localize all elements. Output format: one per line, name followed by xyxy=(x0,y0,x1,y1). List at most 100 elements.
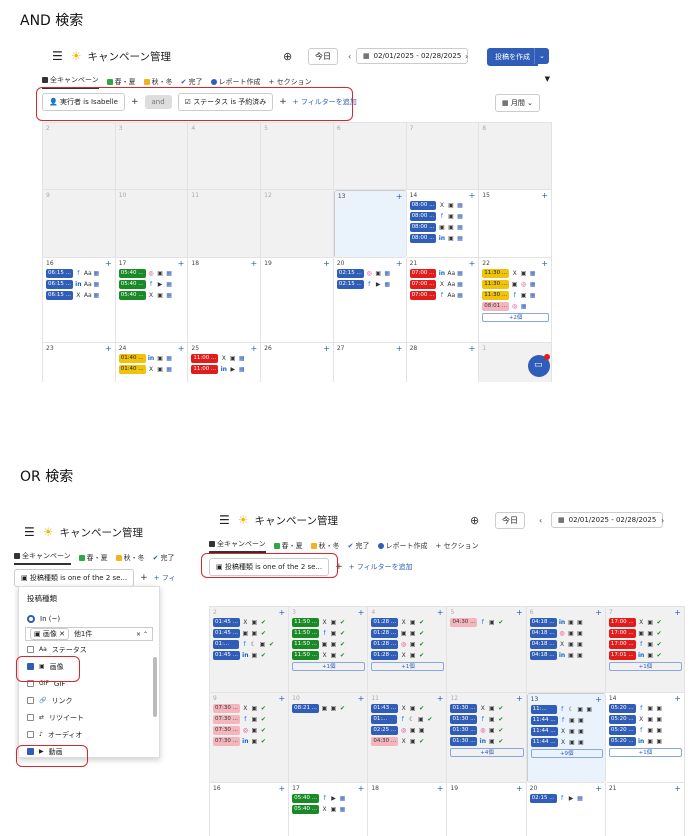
post-time[interactable]: 11:50 ... xyxy=(292,629,319,638)
tab-report[interactable]: レポート作成 xyxy=(210,77,261,87)
tab-add-section[interactable]: + セクション xyxy=(269,77,312,87)
post-item[interactable]: 01:30 ... f ▣ ✔ xyxy=(450,715,523,724)
post-time[interactable]: 08:00 ... xyxy=(409,212,437,221)
post-time[interactable]: 01:45 ... xyxy=(213,651,240,660)
calendar-day-cell[interactable]: 5 xyxy=(261,123,334,190)
post-item[interactable]: 08:00 ... X ▣ ▦ xyxy=(409,201,477,210)
post-item[interactable]: 01:40 ... X ▣ ▦ xyxy=(118,365,186,374)
post-time[interactable]: 04:18 ... xyxy=(529,651,557,660)
add-plus-icon[interactable]: + xyxy=(140,573,148,583)
tab-done[interactable]: ✔ 完了 xyxy=(348,541,370,551)
calendar-day-cell[interactable]: 20 +02:15 ... ◎ ▣ ▦ 02:15 ... f ▶ ▦ xyxy=(333,258,407,343)
add-post-icon[interactable]: + xyxy=(437,694,444,703)
add-filter-link[interactable]: + フィ xyxy=(154,573,176,583)
add-post-icon[interactable]: + xyxy=(250,344,257,353)
add-post-icon[interactable]: + xyxy=(674,694,681,703)
post-time[interactable]: 01:28 ... xyxy=(371,651,399,660)
post-time[interactable]: 11:00 ... xyxy=(191,365,219,374)
globe-icon[interactable]: ⊕ xyxy=(283,50,292,63)
add-post-icon[interactable]: + xyxy=(358,608,365,617)
post-item[interactable]: 07:00 ... in Aa ▦ xyxy=(409,269,477,278)
post-item[interactable]: 07:30 ... ◎ ▣ ✔ xyxy=(213,726,286,735)
post-time[interactable]: 17:01 ... xyxy=(608,651,636,660)
post-time[interactable]: 08:00 ... xyxy=(409,234,437,243)
post-time[interactable]: 02:15 ... xyxy=(336,280,364,289)
add-post-icon[interactable]: + xyxy=(674,784,681,793)
post-item[interactable]: 07:30 ... in ▣ ✔ xyxy=(213,737,286,746)
post-item[interactable]: 05:20 ... X ▣ ▣ xyxy=(608,715,682,724)
calendar-day-cell[interactable]: 14 +08:00 ... X ▣ ▦ 08:00 ... f ▣ ▦ 08:00 ... ▣ ▣ ▦ 0… xyxy=(406,190,480,258)
prev-arrow-icon[interactable]: ‹ xyxy=(348,52,351,61)
post-item[interactable]: 07:30 ... f ▣ ✔ xyxy=(213,715,286,724)
operator-row[interactable]: In (~) xyxy=(19,610,159,627)
more-posts-button[interactable]: +2個 xyxy=(482,313,549,322)
post-item[interactable]: 01:28 ... ◎ ▣ ✔ xyxy=(371,640,444,649)
post-time[interactable]: 08:21 ... xyxy=(292,704,319,713)
calendar-day-cell[interactable]: 6 +04:18 ... in ▣ ▣ 04:18 ... ◎ ▣ ▣ 04:18 ... X ▣ ▣ 0… xyxy=(526,607,606,693)
add-post-icon[interactable]: + xyxy=(396,259,403,268)
calendar-day-cell[interactable]: 9 xyxy=(43,190,116,258)
calendar-day-cell[interactable]: 26 + xyxy=(261,343,334,382)
calendar-day-cell[interactable]: 2 xyxy=(43,123,116,190)
add-post-icon[interactable]: + xyxy=(278,608,285,617)
post-time[interactable]: 01:... xyxy=(371,715,398,724)
calendar-day-cell[interactable]: 28 + xyxy=(407,343,480,382)
post-time[interactable]: 07:30 ... xyxy=(213,715,240,724)
add-post-icon[interactable]: + xyxy=(105,344,112,353)
post-item[interactable]: 04:30 ... X ▣ ✔ xyxy=(371,737,444,746)
tab-done[interactable]: ✔ 完了 xyxy=(181,77,203,87)
add-post-icon[interactable]: + xyxy=(516,784,523,793)
tab-add-section[interactable]: + セクション xyxy=(436,541,479,551)
menu-icon[interactable]: ☰ xyxy=(24,525,35,539)
add-post-icon[interactable]: + xyxy=(516,608,523,617)
add-post-icon[interactable]: + xyxy=(516,694,523,703)
add-post-icon[interactable]: + xyxy=(178,344,185,353)
post-item[interactable]: 05:40 ... X ▣ ▦ xyxy=(118,291,186,300)
post-item[interactable]: 07:00 ... X Aa ▦ xyxy=(409,280,477,289)
add-post-icon[interactable]: + xyxy=(595,695,602,704)
post-item[interactable]: 01:40 ... in ▣ ▦ xyxy=(118,354,186,363)
post-time[interactable]: 01:30 ... xyxy=(450,737,478,746)
post-item[interactable]: 01:45 ... ▣ ▣ ✔ xyxy=(213,629,286,638)
calendar-day-cell[interactable]: 18 + xyxy=(188,258,262,343)
post-time[interactable]: 07:00 ... xyxy=(409,280,437,289)
post-item[interactable]: 17:00 ... f ▣ ✔ xyxy=(608,640,682,649)
post-item[interactable]: 11:30 ... X ▣ ▦ xyxy=(482,269,549,278)
add-post-icon[interactable]: + xyxy=(396,192,403,201)
post-item[interactable]: 05:20 ... in ▣ ▣ xyxy=(608,737,682,746)
post-item[interactable]: 11:44 ... X ▣ ▣ xyxy=(530,727,603,736)
post-item[interactable]: 01:30 ... in ▣ ✔ xyxy=(450,737,523,746)
post-time[interactable]: 01:30 ... xyxy=(450,704,478,713)
post-time[interactable]: 01:43 ... xyxy=(371,704,399,713)
post-time[interactable]: 05:20 ... xyxy=(608,726,636,735)
add-post-icon[interactable]: + xyxy=(323,344,330,353)
post-item[interactable]: 01:28 ... ▣ ▣ ✔ xyxy=(371,629,444,638)
more-posts-button[interactable]: +4個 xyxy=(450,748,524,757)
add-post-icon[interactable]: + xyxy=(358,694,365,703)
today-button[interactable]: 今日 xyxy=(495,512,525,529)
calendar-day-cell[interactable]: 19 + xyxy=(261,258,334,343)
post-item[interactable]: 11:50 ... ▣ ▣ ✔ xyxy=(292,640,365,649)
post-time[interactable]: 05:40 ... xyxy=(292,805,319,814)
post-time[interactable]: 05:40 ... xyxy=(118,280,146,289)
post-time[interactable]: 11:50 ... xyxy=(292,618,319,627)
post-time[interactable]: 01:30 ... xyxy=(450,726,478,735)
more-posts-button[interactable]: +1個 xyxy=(371,662,445,671)
globe-icon[interactable]: ⊕ xyxy=(470,514,479,527)
post-item[interactable]: 05:40 ... X ▣ ▦ xyxy=(292,805,365,814)
tab-spring-summer[interactable]: 春・夏 xyxy=(78,553,108,563)
more-posts-button[interactable]: +1個 xyxy=(608,662,682,671)
post-item[interactable]: 11:00 ... in ▶ ▦ xyxy=(191,365,258,374)
calendar-day-cell[interactable]: 13 +11:... f ☾ ▣ ▣ 11:44 ... f ▣ ▣ 11:44 ... X ▣ ▣ 11:… xyxy=(526,693,606,783)
post-time[interactable]: 11:30 ... xyxy=(482,291,510,300)
post-time[interactable]: 01:45 ... xyxy=(213,618,240,627)
post-time[interactable]: 01:45 ... xyxy=(213,629,240,638)
menu-icon[interactable]: ☰ xyxy=(219,513,230,527)
calendar-day-cell[interactable]: 13 + xyxy=(333,190,407,258)
post-time[interactable]: 17:00 ... xyxy=(608,640,636,649)
post-item[interactable]: 11:50 ... f ▣ ✔ xyxy=(292,629,365,638)
scrollbar[interactable] xyxy=(153,657,157,717)
calendar-day-cell[interactable]: 3 xyxy=(115,123,189,190)
tab-spring-summer[interactable]: 春・夏 xyxy=(273,541,303,551)
post-time[interactable]: 07:30 ... xyxy=(213,704,240,713)
